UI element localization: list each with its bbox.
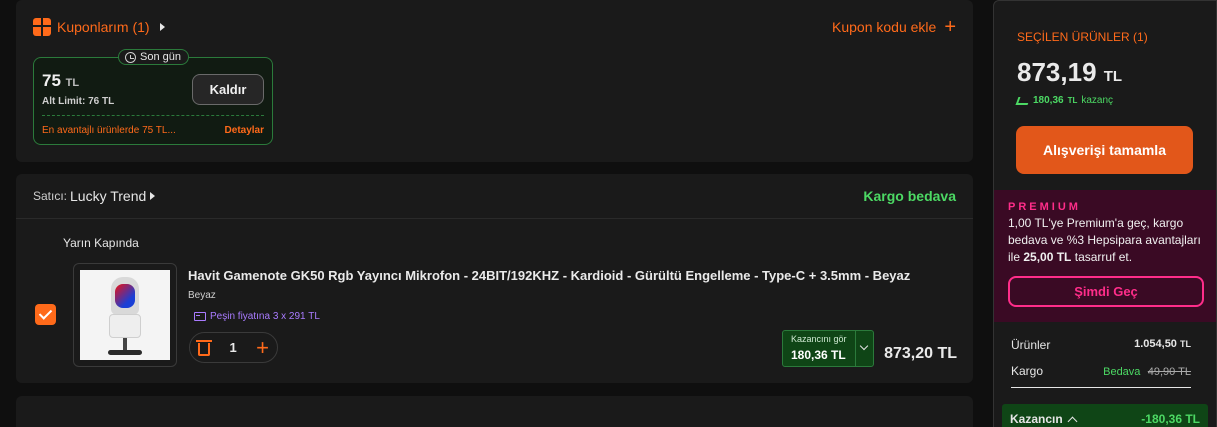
shipping-value: Bedava 49,90 TL <box>1103 364 1191 378</box>
shipping-row: Kargo Bedava 49,90 TL <box>1011 364 1191 378</box>
gain-word: kazanç <box>1081 95 1114 106</box>
savings-label: Kazancını gör <box>791 334 847 344</box>
mic-stand <box>123 338 127 350</box>
coupons-header[interactable]: Kuponlarım (1) <box>33 18 165 36</box>
product-color: Beyaz <box>188 290 216 301</box>
chevron-up-icon <box>1067 416 1078 426</box>
mic-rgb-glow <box>115 284 135 308</box>
card-icon <box>194 312 206 321</box>
installment-info: Peşin fiyatına 3 x 291 TL <box>194 311 320 322</box>
increase-quantity-button[interactable]: + <box>256 336 269 358</box>
total-gain-row[interactable]: Kazancın -180,36 TL <box>1002 404 1208 427</box>
selected-products-title: SEÇİLEN ÜRÜNLER (1) <box>1017 30 1148 44</box>
savings-value: 180,36 TL <box>791 348 846 362</box>
products-amount: 1.054,50 <box>1134 338 1177 350</box>
product-title[interactable]: Havit Gamenote GK50 Rgb Yayıncı Mikrofon… <box>188 268 958 283</box>
gain-unit: TL <box>1067 96 1078 105</box>
item-price: 873,20 TL <box>884 345 957 362</box>
coupon-card: Son gün 75 TL Alt Limit: 76 TL Kaldır En… <box>33 49 273 145</box>
shipping-label: Kargo <box>1011 364 1044 378</box>
quantity-stepper: 1 + <box>189 332 278 363</box>
total-gain-label-wrap: Kazancın <box>1010 412 1078 426</box>
mic-body <box>109 314 141 338</box>
products-unit: TL <box>1180 339 1191 349</box>
last-day-badge: Son gün <box>118 49 189 65</box>
premium-description: 1,00 TL'ye Premium'a geç, kargo bedava v… <box>1008 215 1208 266</box>
selected-total-unit: TL <box>1103 68 1123 85</box>
installment-label: Peşin fiyatına 3 x 291 TL <box>210 311 320 322</box>
microphone-image <box>80 270 170 360</box>
gain-amount: 180,36 <box>1033 95 1064 106</box>
gift-icon <box>33 18 51 36</box>
quantity-value: 1 <box>229 340 237 355</box>
premium-promo: PREMIUM 1,00 TL'ye Premium'a geç, kargo … <box>994 190 1216 322</box>
premium-join-button[interactable]: Şimdi Geç <box>1008 276 1204 307</box>
trend-down-icon <box>1015 96 1031 105</box>
last-day-label: Son gün <box>140 51 181 63</box>
selected-total-value: 873,19 <box>1017 57 1097 87</box>
divider <box>16 218 973 219</box>
chevron-down-icon[interactable] <box>855 331 873 366</box>
premium-text-2: tasarruf et. <box>1074 250 1133 264</box>
products-row: Ürünler 1.054,50 TL <box>1011 338 1191 352</box>
coupon-amount-unit: TL <box>65 77 80 89</box>
premium-title: PREMIUM <box>1008 201 1081 213</box>
coupon-details-link[interactable]: Detaylar <box>225 125 264 136</box>
mic-base <box>108 350 142 355</box>
shipping-free: Bedava <box>1103 366 1141 378</box>
savings-box[interactable]: Kazancını gör 180,36 TL <box>782 330 874 367</box>
selected-total: 873,19 TL <box>1017 57 1122 88</box>
seller-prefix: Satıcı: <box>33 189 68 203</box>
caret-right-icon <box>150 192 156 200</box>
remove-coupon-button[interactable]: Kaldır <box>192 74 264 105</box>
savings-info: Kazancını gör 180,36 TL <box>783 331 855 366</box>
products-value: 1.054,50 TL <box>1134 338 1191 352</box>
product-checkbox[interactable] <box>35 304 56 325</box>
seller-panel: Satıcı: Lucky Trend Kargo bedava Yarın K… <box>16 174 973 383</box>
caret-right-icon <box>159 23 165 31</box>
premium-saving: 25,00 TL <box>1023 250 1072 264</box>
add-coupon-link[interactable]: Kupon kodu ekle + <box>832 16 956 38</box>
plus-icon: + <box>944 16 956 38</box>
free-shipping-label: Kargo bedava <box>863 188 956 204</box>
total-gain-label: Kazancın <box>1010 412 1063 426</box>
product-image[interactable] <box>73 263 177 367</box>
seller-name[interactable]: Lucky Trend <box>70 188 146 204</box>
coupon-amount: 75 TL <box>42 71 79 91</box>
clock-icon <box>125 51 136 63</box>
trash-icon[interactable] <box>196 339 212 356</box>
coupons-panel: Kuponlarım (1) Kupon kodu ekle + Son gün… <box>16 0 973 162</box>
order-summary-sidebar: SEÇİLEN ÜRÜNLER (1) 873,19 TL 180,36 TL … <box>993 0 1217 427</box>
coupon-divider <box>42 115 264 116</box>
delivery-label: Yarın Kapında <box>63 236 139 250</box>
seller-row[interactable]: Satıcı: Lucky Trend <box>33 188 156 204</box>
selected-gain: 180,36 TL kazanç <box>1015 95 1114 106</box>
checkout-button[interactable]: Alışverişi tamamla <box>1016 126 1193 174</box>
coupon-description: En avantajlı ürünlerde 75 TL... <box>42 125 176 136</box>
coupon-limit: Alt Limit: 76 TL <box>42 96 115 107</box>
add-coupon-label: Kupon kodu ekle <box>832 19 937 35</box>
coupons-title[interactable]: Kuponlarım (1) <box>57 19 150 35</box>
total-gain-value: -180,36 TL <box>1141 412 1200 426</box>
products-label: Ürünler <box>1011 338 1051 352</box>
summary-divider <box>1011 387 1191 388</box>
shipping-old-price: 49,90 TL <box>1147 366 1191 378</box>
coupon-amount-value: 75 <box>42 71 61 90</box>
next-seller-panel <box>16 396 973 427</box>
